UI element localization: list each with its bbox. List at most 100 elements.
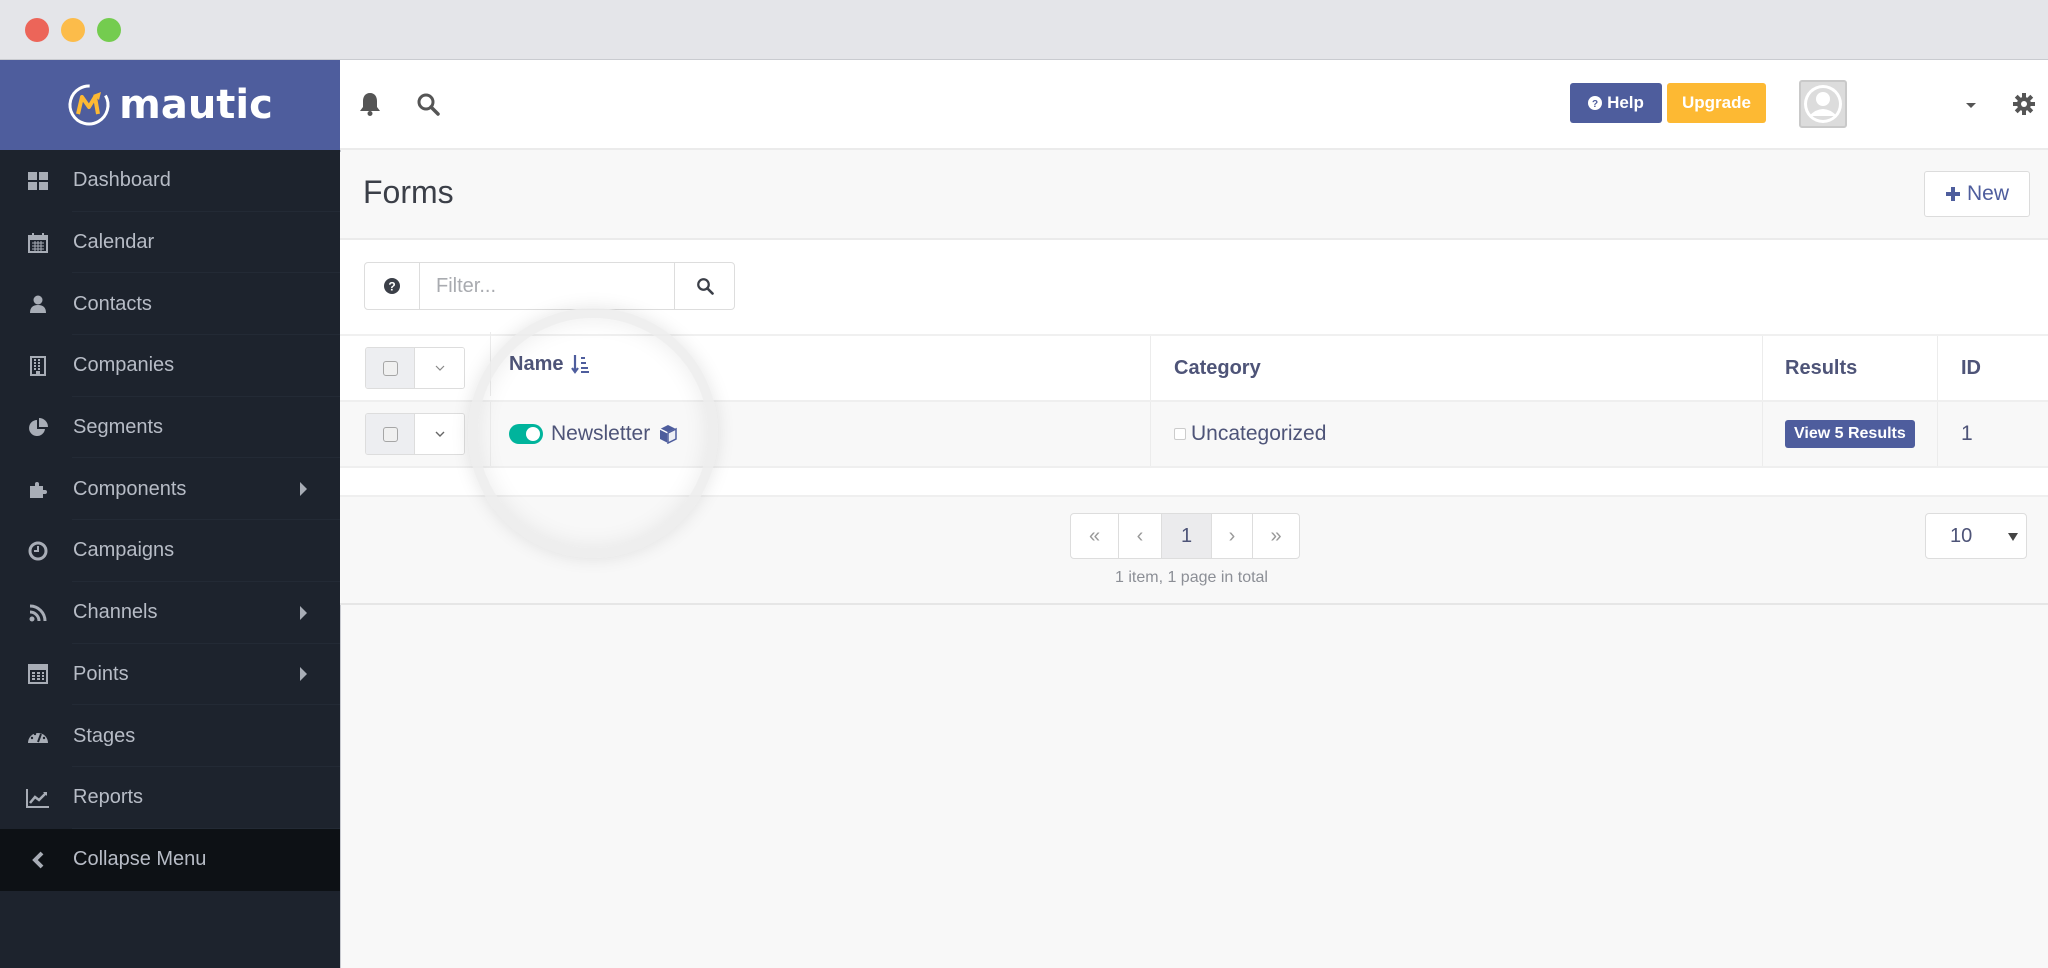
forms-table: Name Category Results ID Newsletter Unca… [340, 332, 2048, 468]
view-results-button[interactable]: View 5 Results [1785, 420, 1915, 448]
submenu-caret-icon [300, 605, 307, 620]
form-name-link[interactable]: Newsletter [551, 422, 650, 446]
search-icon[interactable] [414, 90, 442, 118]
sidebar-item-label: Channels [73, 601, 158, 624]
user-avatar[interactable] [1799, 80, 1847, 128]
sidebar-item-calendar[interactable]: Calendar [0, 212, 340, 274]
filter-search-button[interactable] [674, 263, 734, 309]
plus-icon [1945, 187, 1960, 201]
pie-chart-icon [26, 416, 50, 440]
select-all-cell [340, 336, 490, 400]
calculator-icon [26, 662, 50, 686]
row-select-cell [340, 402, 490, 466]
sidebar-item-label: Points [73, 662, 129, 685]
sidebar-item-channels[interactable]: Channels [0, 582, 340, 644]
search-icon [696, 278, 714, 295]
column-label: Results [1785, 356, 1858, 379]
row-actions-dropdown[interactable] [415, 414, 464, 454]
sidebar-item-label: Campaigns [73, 539, 175, 562]
row-results-cell: View 5 Results [1762, 402, 1937, 466]
row-select-group [365, 413, 465, 455]
sidebar-item-companies[interactable]: Companies [0, 335, 340, 397]
sidebar-item-segments[interactable]: Segments [0, 397, 340, 459]
sidebar-item-dashboard[interactable]: Dashboard [0, 150, 340, 212]
category-color-swatch [1174, 428, 1186, 440]
sidebar-item-label: Stages [73, 724, 136, 747]
calendar-icon [26, 231, 50, 255]
column-header-category[interactable]: Category [1150, 336, 1762, 400]
submenu-caret-icon [300, 482, 307, 497]
sidebar-item-label: Contacts [73, 292, 152, 315]
help-button[interactable]: ? Help [1570, 83, 1662, 123]
row-category-cell: Uncategorized [1150, 402, 1762, 466]
filter-input[interactable] [420, 263, 674, 309]
sidebar-item-label: Companies [73, 354, 175, 377]
sidebar-item-label: Reports [73, 786, 144, 809]
pagination-area: « ‹ 1 › » 1 item, 1 page in total 10 [340, 495, 2048, 605]
sidebar-item-label: Components [73, 477, 187, 500]
tachometer-icon [26, 724, 50, 748]
bulk-select-group [365, 347, 465, 389]
column-label: ID [1961, 356, 1981, 379]
svg-text:?: ? [388, 280, 395, 294]
page-1-button[interactable]: 1 [1162, 514, 1212, 558]
puzzle-icon [26, 477, 50, 501]
first-page-button[interactable]: « [1071, 514, 1119, 558]
collapse-menu-button[interactable]: Collapse Menu [0, 828, 340, 891]
sidebar-item-contacts[interactable]: Contacts [0, 273, 340, 335]
sidebar: mautic Dashboard Calendar Contacts Compa… [0, 60, 340, 968]
upgrade-label: Upgrade [1682, 93, 1751, 112]
brand-logo[interactable]: mautic [0, 60, 340, 150]
question-circle-icon: ? [384, 278, 400, 294]
sort-ascending-icon [571, 355, 590, 374]
maximize-window-button[interactable] [97, 18, 121, 42]
sidebar-item-components[interactable]: Components [0, 458, 340, 520]
last-page-button[interactable]: » [1253, 514, 1299, 558]
brand-name: mautic [119, 82, 273, 128]
select-all-checkbox[interactable] [366, 348, 416, 388]
clock-icon [26, 539, 50, 563]
filter-help-button[interactable]: ? [365, 263, 420, 309]
column-header-id[interactable]: ID [1937, 336, 2048, 400]
sidebar-item-campaigns[interactable]: Campaigns [0, 520, 340, 582]
column-header-results[interactable]: Results [1762, 336, 1937, 400]
gear-icon[interactable] [2010, 90, 2038, 118]
row-checkbox[interactable] [366, 414, 416, 454]
top-navbar: ? Help Upgrade [340, 60, 2048, 150]
user-icon [26, 292, 50, 316]
table-row: Newsletter Uncategorized View 5 Results … [340, 402, 2048, 468]
bulk-actions-dropdown[interactable] [415, 348, 464, 388]
column-header-name[interactable]: Name [490, 332, 1150, 396]
column-label: Category [1174, 356, 1261, 379]
row-id-cell: 1 [1937, 402, 2048, 466]
minimize-window-button[interactable] [61, 18, 85, 42]
sidebar-item-points[interactable]: Points [0, 644, 340, 706]
next-page-button[interactable]: › [1212, 514, 1253, 558]
previous-page-button[interactable]: ‹ [1119, 514, 1162, 558]
filter-bar: ? [364, 262, 735, 310]
chevron-left-icon [26, 848, 50, 872]
page-limit-value: 10 [1950, 524, 1973, 547]
pagination: « ‹ 1 › » [1070, 513, 1300, 559]
help-label: Help [1607, 93, 1644, 112]
sidebar-item-label: Dashboard [73, 169, 171, 192]
bell-icon[interactable] [356, 90, 384, 118]
caret-down-icon [2008, 533, 2018, 541]
close-window-button[interactable] [25, 18, 49, 42]
pagination-summary: 1 item, 1 page in total [1115, 569, 1268, 586]
form-id: 1 [1961, 422, 1973, 445]
cube-icon [659, 425, 677, 444]
publish-toggle[interactable] [509, 424, 543, 444]
svg-text:?: ? [1592, 99, 1598, 110]
sidebar-item-stages[interactable]: Stages [0, 705, 340, 767]
page-limit-select[interactable]: 10 [1925, 513, 2027, 559]
user-menu-caret-icon[interactable] [1966, 103, 1976, 108]
new-form-button[interactable]: New [1924, 171, 2030, 217]
upgrade-button[interactable]: Upgrade [1667, 83, 1766, 123]
page-header: Forms New [340, 152, 2048, 240]
sidebar-item-label: Calendar [73, 231, 155, 254]
table-header-row: Name Category Results ID [340, 332, 2048, 402]
sidebar-item-reports[interactable]: Reports [0, 767, 340, 829]
submenu-caret-icon [300, 667, 307, 682]
question-circle-icon: ? [1588, 96, 1603, 110]
